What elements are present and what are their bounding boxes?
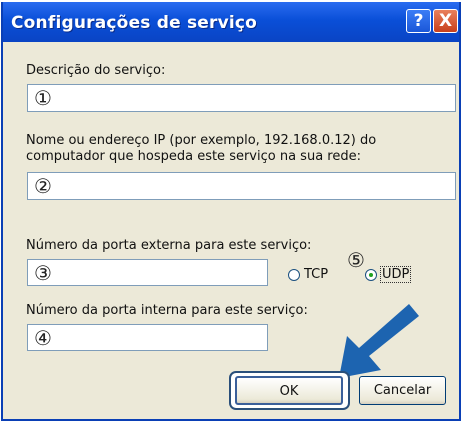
host-input[interactable]: ② (27, 172, 456, 200)
host-label-line2: computador que hospeda este serviço na s… (26, 149, 361, 164)
description-label: Descrição do serviço: (26, 63, 166, 78)
marker-2: ② (34, 174, 52, 198)
help-button[interactable]: ? (406, 9, 431, 33)
dialog-window: Configurações de serviço ? X Descrição d… (1, 2, 461, 421)
internal-port-input[interactable]: ④ (27, 324, 268, 351)
close-button[interactable]: X (433, 9, 458, 33)
internal-port-label: Número da porta interna para este serviç… (26, 303, 308, 318)
host-label-line1: Nome ou endereço IP (por exemplo, 192.16… (26, 133, 377, 148)
marker-3: ③ (34, 261, 52, 285)
tcp-radio-button[interactable] (288, 268, 300, 281)
marker-5: ⑤ (347, 248, 365, 272)
dialog-title: Configurações de serviço (11, 13, 258, 33)
external-port-input[interactable]: ③ (27, 259, 268, 286)
tcp-radio[interactable]: TCP (288, 267, 328, 282)
marker-4: ④ (34, 326, 52, 350)
title-bar: Configurações de serviço ? X (3, 2, 459, 42)
ok-button[interactable]: OK (235, 376, 343, 405)
description-input[interactable]: ① (27, 84, 456, 112)
tcp-label: TCP (304, 267, 329, 282)
udp-radio[interactable]: UDP (365, 266, 412, 283)
udp-radio-button[interactable] (365, 268, 377, 281)
pointer-arrow-icon (339, 304, 419, 378)
udp-label: UDP (379, 266, 412, 283)
external-port-label: Número da porta externa para este serviç… (26, 238, 312, 253)
cancel-button[interactable]: Cancelar (359, 376, 446, 405)
marker-1: ① (34, 86, 52, 110)
